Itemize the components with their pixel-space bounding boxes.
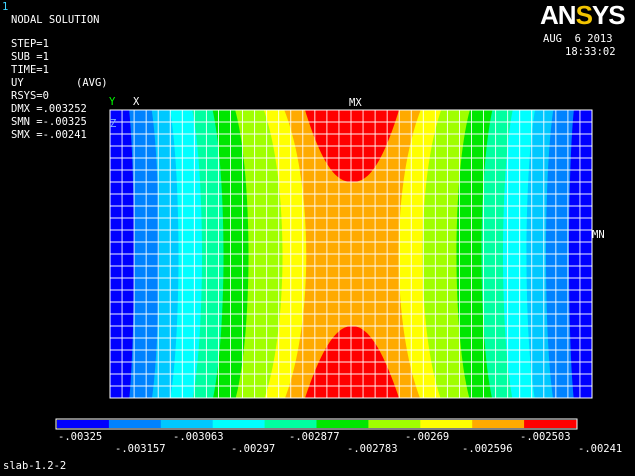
legend-label-2: -.003157 xyxy=(115,443,166,455)
legend-label-6: -.002783 xyxy=(347,443,398,455)
legend-label-5: -.002877 xyxy=(289,431,340,443)
legend-swatch-8 xyxy=(420,420,473,428)
legend-swatch-1 xyxy=(57,420,110,428)
contour-bands xyxy=(110,110,592,398)
file-label: slab-1.2-2 xyxy=(3,460,67,472)
legend-swatch-5 xyxy=(264,420,317,428)
legend-label-4: -.00297 xyxy=(231,443,276,455)
legend-label-3: -.003063 xyxy=(173,431,224,443)
triad-z-label: Z xyxy=(110,118,117,130)
legend-label-7: -.00269 xyxy=(405,431,450,443)
legend-label-1: -.00325 xyxy=(58,431,103,443)
marker-mn: MN xyxy=(592,229,605,241)
legend-swatch-9 xyxy=(472,420,525,428)
legend-label-10: -.00241 xyxy=(578,443,623,455)
legend-swatch-6 xyxy=(316,420,369,428)
legend-swatch-7 xyxy=(368,420,421,428)
legend-label-8: -.002596 xyxy=(462,443,513,455)
legend-label-9: -.002503 xyxy=(520,431,571,443)
marker-mx: MX xyxy=(349,97,362,109)
triad-y-label: Y xyxy=(109,96,116,108)
element-mesh xyxy=(110,110,592,398)
legend-swatch-2 xyxy=(108,420,162,428)
legend-swatch-4 xyxy=(212,420,266,428)
legend-bar xyxy=(57,420,577,428)
triad-x-label: X xyxy=(133,96,140,108)
legend-swatch-3 xyxy=(160,420,214,428)
legend-swatch-10 xyxy=(524,420,577,428)
contour-plot xyxy=(55,109,593,430)
